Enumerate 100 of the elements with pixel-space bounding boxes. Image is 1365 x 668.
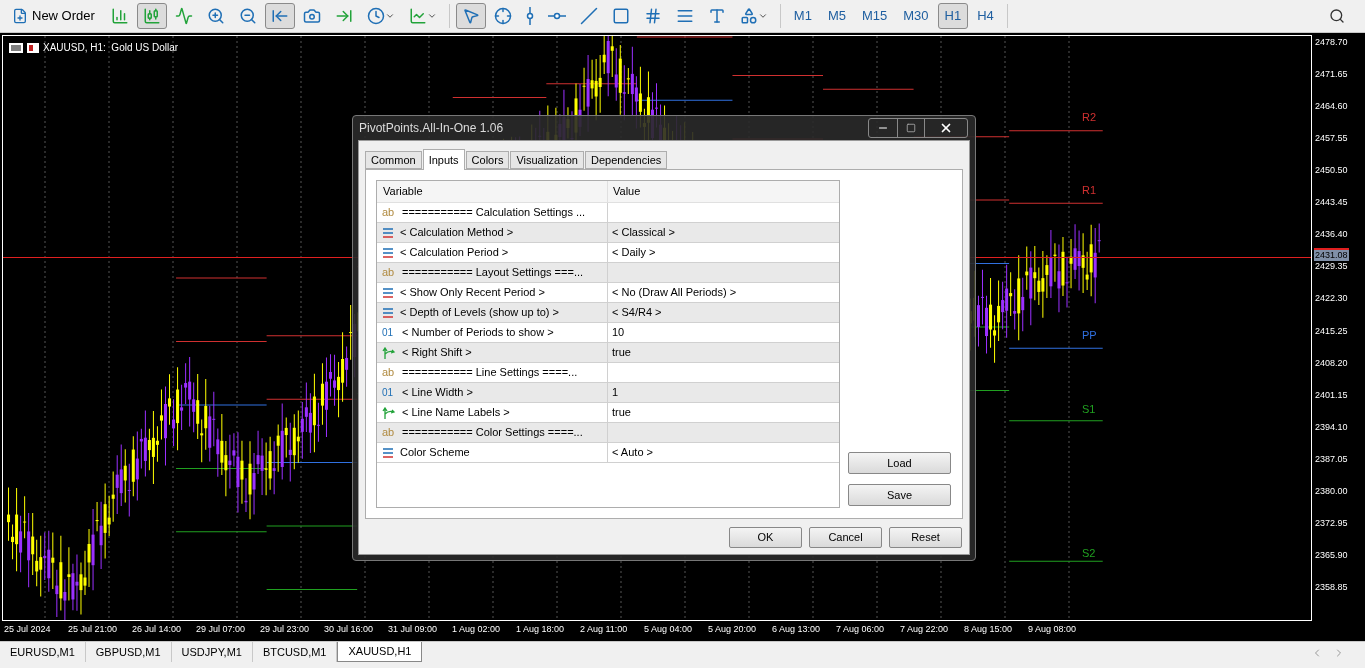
string-type-icon: ab: [382, 367, 396, 378]
price-label: 2429.35: [1315, 262, 1348, 272]
chart-title: XAUUSD, H1: Gold US Dollar: [43, 41, 179, 55]
variable-cell-text: =========== Layout Settings ===...: [402, 265, 584, 281]
timeframe-button[interactable]: M30: [896, 3, 936, 29]
list-type-icon: [382, 447, 394, 458]
time-label: 1 Aug 18:00: [516, 623, 566, 636]
side-action-button[interactable]: Save: [848, 484, 951, 506]
time-label: 2 Aug 11:00: [580, 623, 629, 636]
channels-icon: [675, 7, 694, 25]
chart-shift-icon: [334, 7, 353, 25]
dialog-tab[interactable]: Colors: [465, 151, 510, 169]
value-cell[interactable]: < Daily >: [612, 244, 656, 261]
price-label: 2478.70: [1315, 38, 1348, 47]
variable-cell-text: < Calculation Period >: [400, 245, 509, 261]
zoom-out-icon: [238, 7, 257, 25]
value-cell[interactable]: true: [612, 404, 631, 421]
variable-cell-text: < Line Width >: [402, 385, 473, 401]
new-order-button[interactable]: New Order: [4, 3, 103, 29]
symbol-tab[interactable]: USDJPY,M1: [171, 642, 253, 662]
search-icon[interactable]: [1329, 8, 1345, 24]
timeframe-button[interactable]: M1: [786, 3, 819, 29]
time-label: 9 Aug 08:00: [1028, 623, 1078, 636]
price-label: 2443.45: [1315, 198, 1348, 208]
clock-icon: [366, 7, 385, 25]
price-label: 2380.00: [1315, 486, 1348, 496]
variable-cell-text: < Line Name Labels >: [402, 405, 510, 421]
time-label: 8 Aug 15:00: [964, 623, 1014, 636]
list-type-icon: [382, 247, 394, 258]
screenshot-icon: [302, 7, 321, 25]
list-type-icon: [382, 307, 394, 318]
variable-cell-text: < Depth of Levels (show up to) >: [400, 305, 559, 321]
timeframe-button[interactable]: H1: [937, 3, 969, 29]
price-label: 2457.55: [1315, 134, 1348, 144]
symbol-tab[interactable]: GBPUSD,M1: [85, 642, 172, 662]
variable-cell-text: =========== Color Settings ====...: [402, 425, 583, 441]
time-label: 25 Jul 21:00: [68, 623, 119, 636]
column-header[interactable]: Value: [608, 181, 839, 202]
branch-arrow-icon: [382, 406, 396, 419]
bar-chart-icon: [110, 7, 129, 25]
horizontal-line-icon: [547, 12, 566, 20]
branch-arrow-icon: [382, 346, 396, 359]
dialog-tab[interactable]: Visualization: [510, 151, 584, 169]
variable-cell-text: < Number of Periods to show >: [402, 325, 554, 341]
time-label: 7 Aug 22:00: [900, 623, 950, 636]
time-label: 6 Aug 13:00: [772, 623, 822, 636]
zoom-in-icon: [206, 7, 225, 25]
timeframe-button[interactable]: M15: [855, 3, 895, 29]
maximize-button[interactable]: [897, 119, 925, 137]
string-type-icon: ab: [382, 427, 396, 438]
value-cell[interactable]: < Classical >: [612, 224, 675, 241]
variable-cell-text: < Right Shift >: [402, 345, 472, 361]
shapes-icon: [739, 7, 758, 25]
dialog-tab[interactable]: Common: [365, 151, 422, 169]
crosshair-icon: [493, 7, 512, 25]
chart-grid-icon: [9, 42, 23, 53]
symbol-tab[interactable]: EURUSD,M1: [0, 642, 86, 662]
time-label: 7 Aug 06:00: [836, 623, 886, 636]
pivot-label: R1: [1082, 185, 1097, 196]
candlestick-button[interactable]: [136, 3, 167, 29]
value-cell[interactable]: < S4/R4 >: [612, 304, 662, 321]
autoscroll-button[interactable]: [264, 3, 295, 29]
time-label: 29 Jul 07:00: [196, 623, 247, 636]
dialog-button[interactable]: Cancel: [809, 527, 882, 548]
value-cell[interactable]: 10: [612, 324, 625, 341]
side-action-button[interactable]: Load: [848, 452, 951, 474]
dialog-button[interactable]: Reset: [889, 527, 962, 548]
caret-icon: [384, 11, 395, 21]
text-tool-icon: [707, 7, 726, 25]
dialog-title: PivotPoints.All-In-One 1.06: [358, 120, 505, 137]
price-label: 2365.90: [1315, 550, 1348, 560]
close-icon: [939, 121, 953, 135]
value-cell[interactable]: < No (Draw All Periods) >: [612, 284, 737, 301]
timeframe-button[interactable]: M5: [820, 3, 853, 29]
value-cell[interactable]: 1: [612, 384, 619, 401]
time-label: 5 Aug 20:00: [708, 623, 758, 636]
variable-cell-text: =========== Calculation Settings ...: [402, 205, 586, 221]
column-header[interactable]: Variable: [377, 181, 608, 202]
dialog-tab[interactable]: Dependencies: [584, 151, 668, 169]
dialog-tab[interactable]: Inputs: [422, 149, 465, 170]
value-cell[interactable]: true: [612, 344, 631, 361]
timeframe-button[interactable]: H4: [970, 3, 1001, 29]
symbol-tab[interactable]: XAUUSD,H1: [337, 642, 423, 662]
variable-cell-text: < Calculation Method >: [400, 225, 514, 241]
cursor-button[interactable]: [455, 3, 486, 29]
vertical-line-icon: [525, 7, 534, 25]
line-chart-icon: [174, 7, 193, 25]
price-label: 2464.60: [1315, 102, 1348, 112]
time-label: 29 Jul 23:00: [260, 623, 311, 636]
value-cell[interactable]: < Auto >: [612, 444, 653, 461]
time-label: 26 Jul 14:00: [132, 623, 183, 636]
list-type-icon: [382, 287, 394, 298]
indicators-icon: [408, 7, 427, 25]
price-label: 2401.15: [1315, 390, 1348, 400]
variable-cell-text: < Show Only Recent Period >: [400, 285, 545, 301]
dialog-button[interactable]: OK: [729, 527, 802, 548]
pivot-label: PP: [1082, 330, 1097, 341]
trend-line-icon: [579, 7, 598, 25]
price-label: 2471.65: [1315, 70, 1348, 80]
price-label: 2372.95: [1315, 518, 1348, 528]
